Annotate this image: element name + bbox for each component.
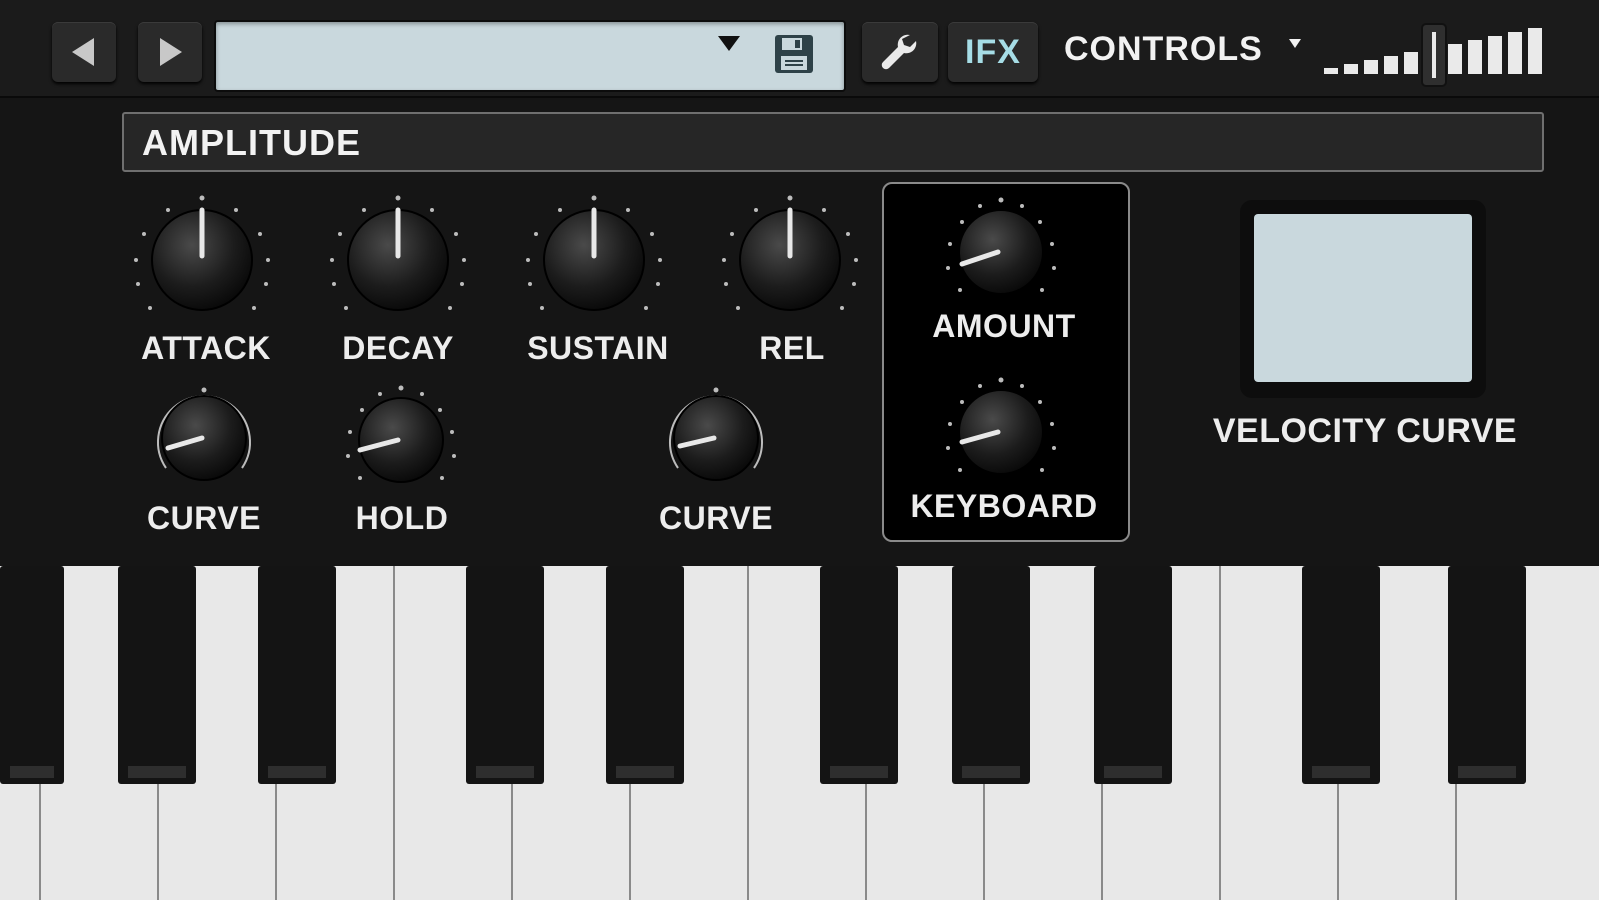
controls-menu[interactable]: CONTROLS [1064, 30, 1263, 69]
chevron-down-icon[interactable] [1288, 38, 1302, 50]
piano-keyboard[interactable] [0, 566, 1599, 900]
release-curve-knob[interactable] [660, 382, 772, 488]
next-preset-button[interactable] [138, 22, 202, 82]
preset-display[interactable] [214, 20, 846, 92]
amount-knob[interactable] [942, 194, 1060, 300]
attack-curve-label: CURVE [147, 500, 261, 536]
velocity-curve-screen[interactable] [1254, 214, 1472, 382]
release-curve-label: CURVE [659, 500, 773, 536]
decay-knob[interactable] [324, 188, 472, 318]
attack-knob[interactable] [128, 188, 276, 318]
ifx-button[interactable]: IFX [948, 22, 1038, 82]
release-label: REL [759, 330, 825, 366]
hold-knob[interactable] [342, 382, 460, 488]
top-toolbar: IFX CONTROLS [0, 0, 1599, 98]
section-title: AMPLITUDE [142, 122, 361, 163]
velocity-curve-label: VELOCITY CURVE [1212, 412, 1518, 450]
release-knob[interactable] [716, 188, 864, 318]
dropdown-arrow-icon[interactable] [716, 34, 742, 54]
ifx-label: IFX [965, 32, 1021, 71]
wrench-icon [881, 34, 917, 70]
arrow-left-icon [72, 38, 94, 66]
arrow-right-icon [160, 38, 182, 66]
decay-label: DECAY [342, 330, 454, 366]
volume-slider[interactable] [1320, 22, 1599, 88]
synth-window: IFX CONTROLS AMPLITUDE ATTACK DECAY SUST… [0, 0, 1599, 900]
velocity-curve-display[interactable] [1240, 200, 1486, 398]
sustain-knob[interactable] [520, 188, 668, 318]
hold-label: HOLD [355, 500, 449, 536]
save-icon[interactable] [772, 32, 816, 76]
sustain-label: SUSTAIN [527, 330, 669, 366]
attack-curve-knob[interactable] [148, 382, 260, 488]
previous-preset-button[interactable] [52, 22, 116, 82]
amount-label: AMOUNT [932, 308, 1076, 344]
amplitude-section-header: AMPLITUDE [122, 112, 1544, 172]
volume-slider-handle[interactable] [1421, 23, 1447, 87]
keyboard-knob[interactable] [942, 374, 1060, 480]
keyboard-label: KEYBOARD [910, 488, 1098, 524]
settings-button[interactable] [862, 22, 938, 82]
attack-label: ATTACK [141, 330, 271, 366]
